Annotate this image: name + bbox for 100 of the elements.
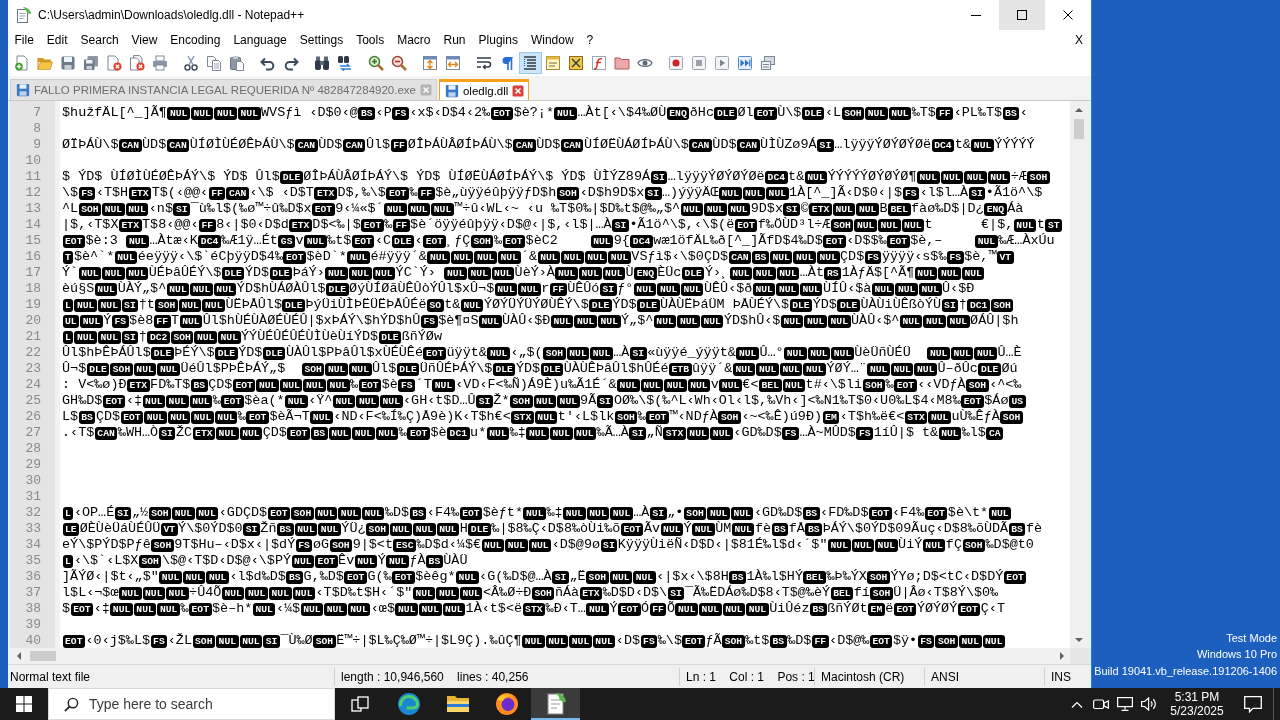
menu-item[interactable]: Edit	[40, 30, 75, 50]
control-code: DLE	[215, 346, 238, 360]
control-code: CAN	[166, 138, 190, 152]
binary-text: •Ã1ö^\$	[985, 185, 1043, 201]
control-code: BS	[286, 570, 304, 584]
binary-text: Û…°	[759, 345, 784, 361]
floppy-icon	[444, 84, 459, 98]
control-code: SI	[649, 506, 667, 520]
binary-text: ÙÀÝ„$^	[117, 281, 167, 297]
menu-item[interactable]: Plugins	[472, 30, 525, 50]
binary-text: ÝØÝØÝ	[916, 601, 958, 617]
search-field[interactable]: Type here to search	[48, 688, 335, 720]
binary-text: |$,‹T$X	[62, 217, 119, 233]
line-number: 28	[24, 441, 42, 457]
control-code: FS	[78, 186, 96, 200]
control-code: CAN	[342, 138, 366, 152]
scrollbar-thumb[interactable]	[1074, 119, 1084, 139]
line-number: 23	[24, 361, 42, 377]
cursor-position-label: Ln : 1 Col : 1 Pos : 1	[679, 667, 814, 686]
control-code: SI	[158, 426, 176, 440]
scrollbar-thumb[interactable]	[30, 651, 56, 661]
clock[interactable]: 5:31 PM 5/23/2025	[1161, 688, 1233, 720]
indent-guide-button[interactable]	[518, 52, 542, 74]
menu-item[interactable]: Settings	[293, 30, 350, 50]
binary-text: 9‹¼«$´	[335, 201, 384, 217]
control-code: ETX	[314, 186, 337, 200]
menu-item[interactable]: Run	[437, 30, 473, 50]
control-code: NUL	[545, 634, 569, 648]
maximize-button[interactable]	[999, 0, 1045, 30]
close-document-button[interactable]: X	[1071, 30, 1087, 50]
menu-item[interactable]: Tools	[349, 30, 391, 50]
binary-text: ƒ°	[617, 281, 634, 297]
control-code: NUL	[157, 362, 180, 376]
control-code: NUL	[195, 506, 219, 520]
control-code: NUL	[182, 570, 206, 584]
taskbar-app-button[interactable]	[531, 688, 580, 720]
binary-text: \$@‹T$D‹D$@‹\$PÝ	[162, 553, 291, 569]
save-icon	[60, 55, 76, 71]
control-code: NUL	[436, 522, 460, 536]
horizontal-scrollbar[interactable]	[10, 648, 1070, 664]
control-code: ETB	[668, 362, 692, 376]
binary-text: r	[541, 281, 550, 297]
control-code: EM	[822, 410, 840, 424]
binary-text: OØ‰\$(‰^L‹Wh‹Ol‹l$,‰Vh‹]<‰N1‰T$0‹U0‰L$4‹M8‰	[613, 393, 961, 409]
control-code: NUL	[888, 106, 912, 120]
control-code: DLE	[326, 282, 349, 296]
binary-text: ÇD$	[840, 249, 865, 265]
close-icon[interactable]	[512, 85, 525, 97]
menu-item[interactable]: File	[8, 30, 41, 50]
control-code: NUL	[776, 282, 799, 296]
control-code: NUL	[172, 506, 195, 520]
menu-item[interactable]: Encoding	[163, 30, 227, 50]
binary-text: ÙÀÜ	[443, 553, 468, 569]
binary-text: WVSƒì ‹D$0‹@	[261, 105, 358, 121]
menu-item[interactable]: Search	[74, 30, 126, 50]
control-code: NUL	[598, 314, 621, 328]
menu-item[interactable]: View	[125, 30, 164, 50]
control-code: SOH	[192, 634, 216, 648]
binary-text: ÙD$	[318, 137, 343, 153]
control-code: NUL	[766, 186, 789, 200]
control-code: NUL	[730, 506, 754, 520]
clipboard-icon	[229, 55, 245, 71]
menu-item[interactable]: Macro	[390, 30, 437, 50]
menu-item[interactable]: ?	[580, 30, 600, 50]
binary-text: ÙÀÙiÙÊßòÝÙ	[860, 297, 942, 313]
binary-text: ‹P	[375, 105, 392, 121]
binary-text: ‹T$H	[95, 185, 129, 201]
binary-text: …À~MÛD$	[799, 425, 856, 441]
binary-text: v	[295, 233, 304, 249]
control-code: LE	[62, 522, 80, 536]
control-code: NUL	[982, 634, 1006, 648]
control-code: NUL	[742, 186, 766, 200]
binary-text: ‰D$	[384, 505, 410, 521]
control-code: NUL	[555, 266, 578, 280]
binary-text: ‹	[1019, 105, 1028, 121]
control-code: NUL	[680, 282, 704, 296]
binary-text: ‹|$x‹\$8H	[656, 569, 729, 585]
control-code: DLE	[681, 266, 705, 280]
binary-text: ‹	[414, 233, 423, 249]
control-code: SOH	[870, 586, 893, 600]
control-code: NUL	[238, 106, 261, 120]
binary-text: Ž*	[493, 393, 510, 409]
menu-item[interactable]: Language	[226, 30, 294, 50]
control-code: NUL	[803, 362, 827, 376]
binary-text: ‹GD‰D$	[733, 425, 782, 441]
control-code: STX	[904, 410, 928, 424]
menu-item[interactable]: Window	[524, 30, 581, 50]
control-code: NUL	[191, 410, 214, 424]
control-code: NUL	[566, 346, 590, 360]
binary-text: Ó	[641, 601, 650, 617]
control-code: SOH	[291, 506, 314, 520]
document-tab[interactable]: oledlg.dll	[438, 79, 530, 100]
scissors-icon	[183, 55, 199, 71]
binary-text: ‰Æ1ÿ…Ét	[221, 233, 278, 249]
binary-text: ‹OP…É	[73, 505, 115, 521]
control-code: SOH	[170, 330, 194, 344]
vertical-scrollbar[interactable]	[1070, 101, 1088, 648]
control-code: FF	[198, 218, 216, 232]
control-code: NUL	[710, 426, 733, 440]
document-tab[interactable]: FALLO PRIMERA INSTANCIA LEGAL REQUERIDA Nº 482847284920.exe	[10, 79, 437, 100]
